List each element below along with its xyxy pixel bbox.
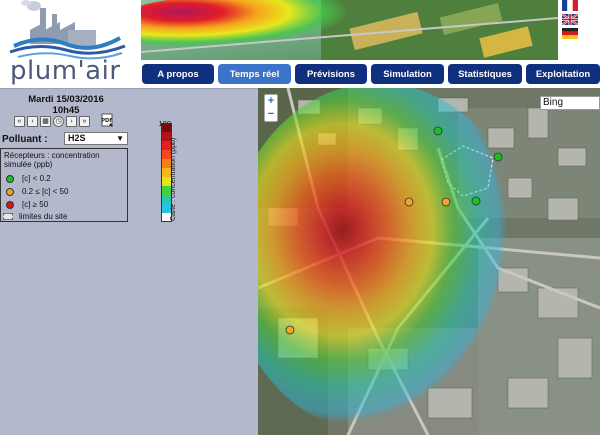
next-step-icon[interactable]: ›	[66, 116, 77, 127]
last-step-icon[interactable]: »	[79, 116, 90, 127]
chevron-down-icon: ▼	[116, 134, 124, 143]
header: plum'air A propos Temps réel Prévisions …	[0, 0, 600, 88]
flag-de-icon[interactable]	[562, 28, 578, 39]
factory-logo-icon	[9, 0, 126, 60]
flag-fr-icon[interactable]	[562, 0, 578, 11]
map-view[interactable]: + − Bing	[258, 88, 600, 435]
receptor-marker[interactable]	[493, 152, 503, 162]
current-date: Mardi 15/03/2016	[28, 94, 104, 105]
clock-icon[interactable]: ◷	[53, 116, 64, 127]
legend-row-site: limites du site	[3, 211, 67, 222]
pollutant-label: Polluant :	[2, 134, 48, 145]
zoom-out-button[interactable]: −	[265, 108, 277, 121]
scale-title: Carte : concentration (ppb)	[170, 137, 177, 221]
nav-temps-reel[interactable]: Temps réel	[218, 64, 291, 84]
receptor-marker[interactable]	[433, 126, 443, 136]
nav-statistiques[interactable]: Statistiques	[448, 64, 522, 84]
nav-exploitation[interactable]: Exploitation	[526, 64, 600, 84]
legend-label: limites du site	[19, 212, 68, 221]
receptor-marker[interactable]	[285, 325, 295, 335]
receptor-marker[interactable]	[471, 196, 481, 206]
pdf-export-icon[interactable]: PDF	[100, 113, 114, 128]
legend-label: [c] < 0.2	[22, 174, 51, 183]
pollutant-value: H2S	[68, 133, 86, 143]
zoom-control: + −	[264, 94, 278, 122]
main-navigation: A propos Temps réel Prévisions Simulatio…	[142, 64, 600, 84]
orange-dot-icon	[6, 187, 14, 196]
receptor-legend-title: Récepteurs : concentration simulée (ppb)	[4, 151, 100, 169]
zoom-in-button[interactable]: +	[265, 95, 277, 108]
receptor-legend: Récepteurs : concentration simulée (ppb)…	[0, 148, 128, 222]
calendar-icon[interactable]: ▦	[40, 116, 51, 127]
legend-label: [c] ≥ 50	[22, 200, 49, 209]
receptor-marker[interactable]	[441, 197, 451, 207]
legend-row-mid: 0.2 ≤ [c] < 50	[6, 186, 68, 197]
logo-text: plum'air	[10, 56, 121, 86]
nav-simulation[interactable]: Simulation	[371, 64, 444, 84]
legend-row-low: [c] < 0.2	[6, 173, 51, 184]
legend-label: 0.2 ≤ [c] < 50	[22, 187, 69, 196]
receptor-marker[interactable]	[404, 197, 414, 207]
pollutant-select[interactable]: H2S ▼	[64, 132, 128, 145]
nav-previsions[interactable]: Prévisions	[295, 64, 367, 84]
language-flags	[561, 0, 579, 40]
previous-step-icon[interactable]: ‹	[27, 116, 38, 127]
site-boundary-icon	[3, 213, 13, 220]
red-dot-icon	[6, 200, 14, 209]
header-banner-image	[141, 0, 558, 60]
map-layer-select[interactable]: Bing	[540, 96, 600, 110]
nav-a-propos[interactable]: A propos	[142, 64, 214, 84]
first-step-icon[interactable]: «	[14, 116, 25, 127]
plumair-logo[interactable]: plum'air	[0, 0, 140, 88]
legend-row-high: [c] ≥ 50	[6, 199, 48, 210]
green-dot-icon	[6, 174, 14, 183]
flag-uk-icon[interactable]	[561, 13, 579, 26]
satellite-map[interactable]	[258, 88, 600, 435]
control-panel: Mardi 15/03/2016 10h45 « ‹ ▦ ◷ › » PDF P…	[0, 88, 258, 435]
